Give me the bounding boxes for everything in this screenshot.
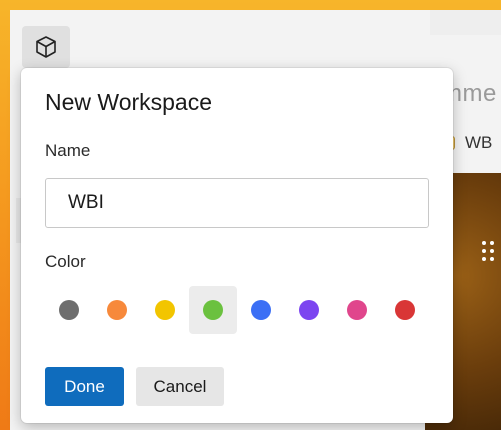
- done-button[interactable]: Done: [45, 367, 124, 406]
- color-option-yellow[interactable]: [141, 286, 189, 334]
- drag-handle-icon[interactable]: [482, 241, 494, 261]
- color-option-red[interactable]: [381, 286, 429, 334]
- cube-icon: [36, 36, 56, 58]
- color-swatch-purple: [299, 300, 319, 320]
- cancel-button[interactable]: Cancel: [136, 367, 224, 406]
- dialog-title: New Workspace: [45, 89, 213, 115]
- color-label: Color: [45, 252, 86, 271]
- color-option-purple[interactable]: [285, 286, 333, 334]
- color-picker: [45, 286, 429, 334]
- new-workspace-dialog: New Workspace Name Color Done Cancel: [21, 68, 453, 423]
- color-option-orange[interactable]: [93, 286, 141, 334]
- color-option-blue[interactable]: [237, 286, 285, 334]
- color-swatch-green: [203, 300, 223, 320]
- color-swatch-red: [395, 300, 415, 320]
- color-option-gray[interactable]: [45, 286, 93, 334]
- workspaces-button[interactable]: [22, 26, 70, 68]
- color-swatch-yellow: [155, 300, 175, 320]
- color-swatch-blue: [251, 300, 271, 320]
- color-swatch-gray: [59, 300, 79, 320]
- tab-peek-label: WB: [465, 133, 493, 152]
- color-swatch-orange: [107, 300, 127, 320]
- title-bar-peek: [430, 10, 501, 35]
- color-option-pink[interactable]: [333, 286, 381, 334]
- color-swatch-pink: [347, 300, 367, 320]
- workspace-name-input[interactable]: [45, 178, 429, 228]
- name-label: Name: [45, 141, 91, 160]
- color-option-green[interactable]: [189, 286, 237, 334]
